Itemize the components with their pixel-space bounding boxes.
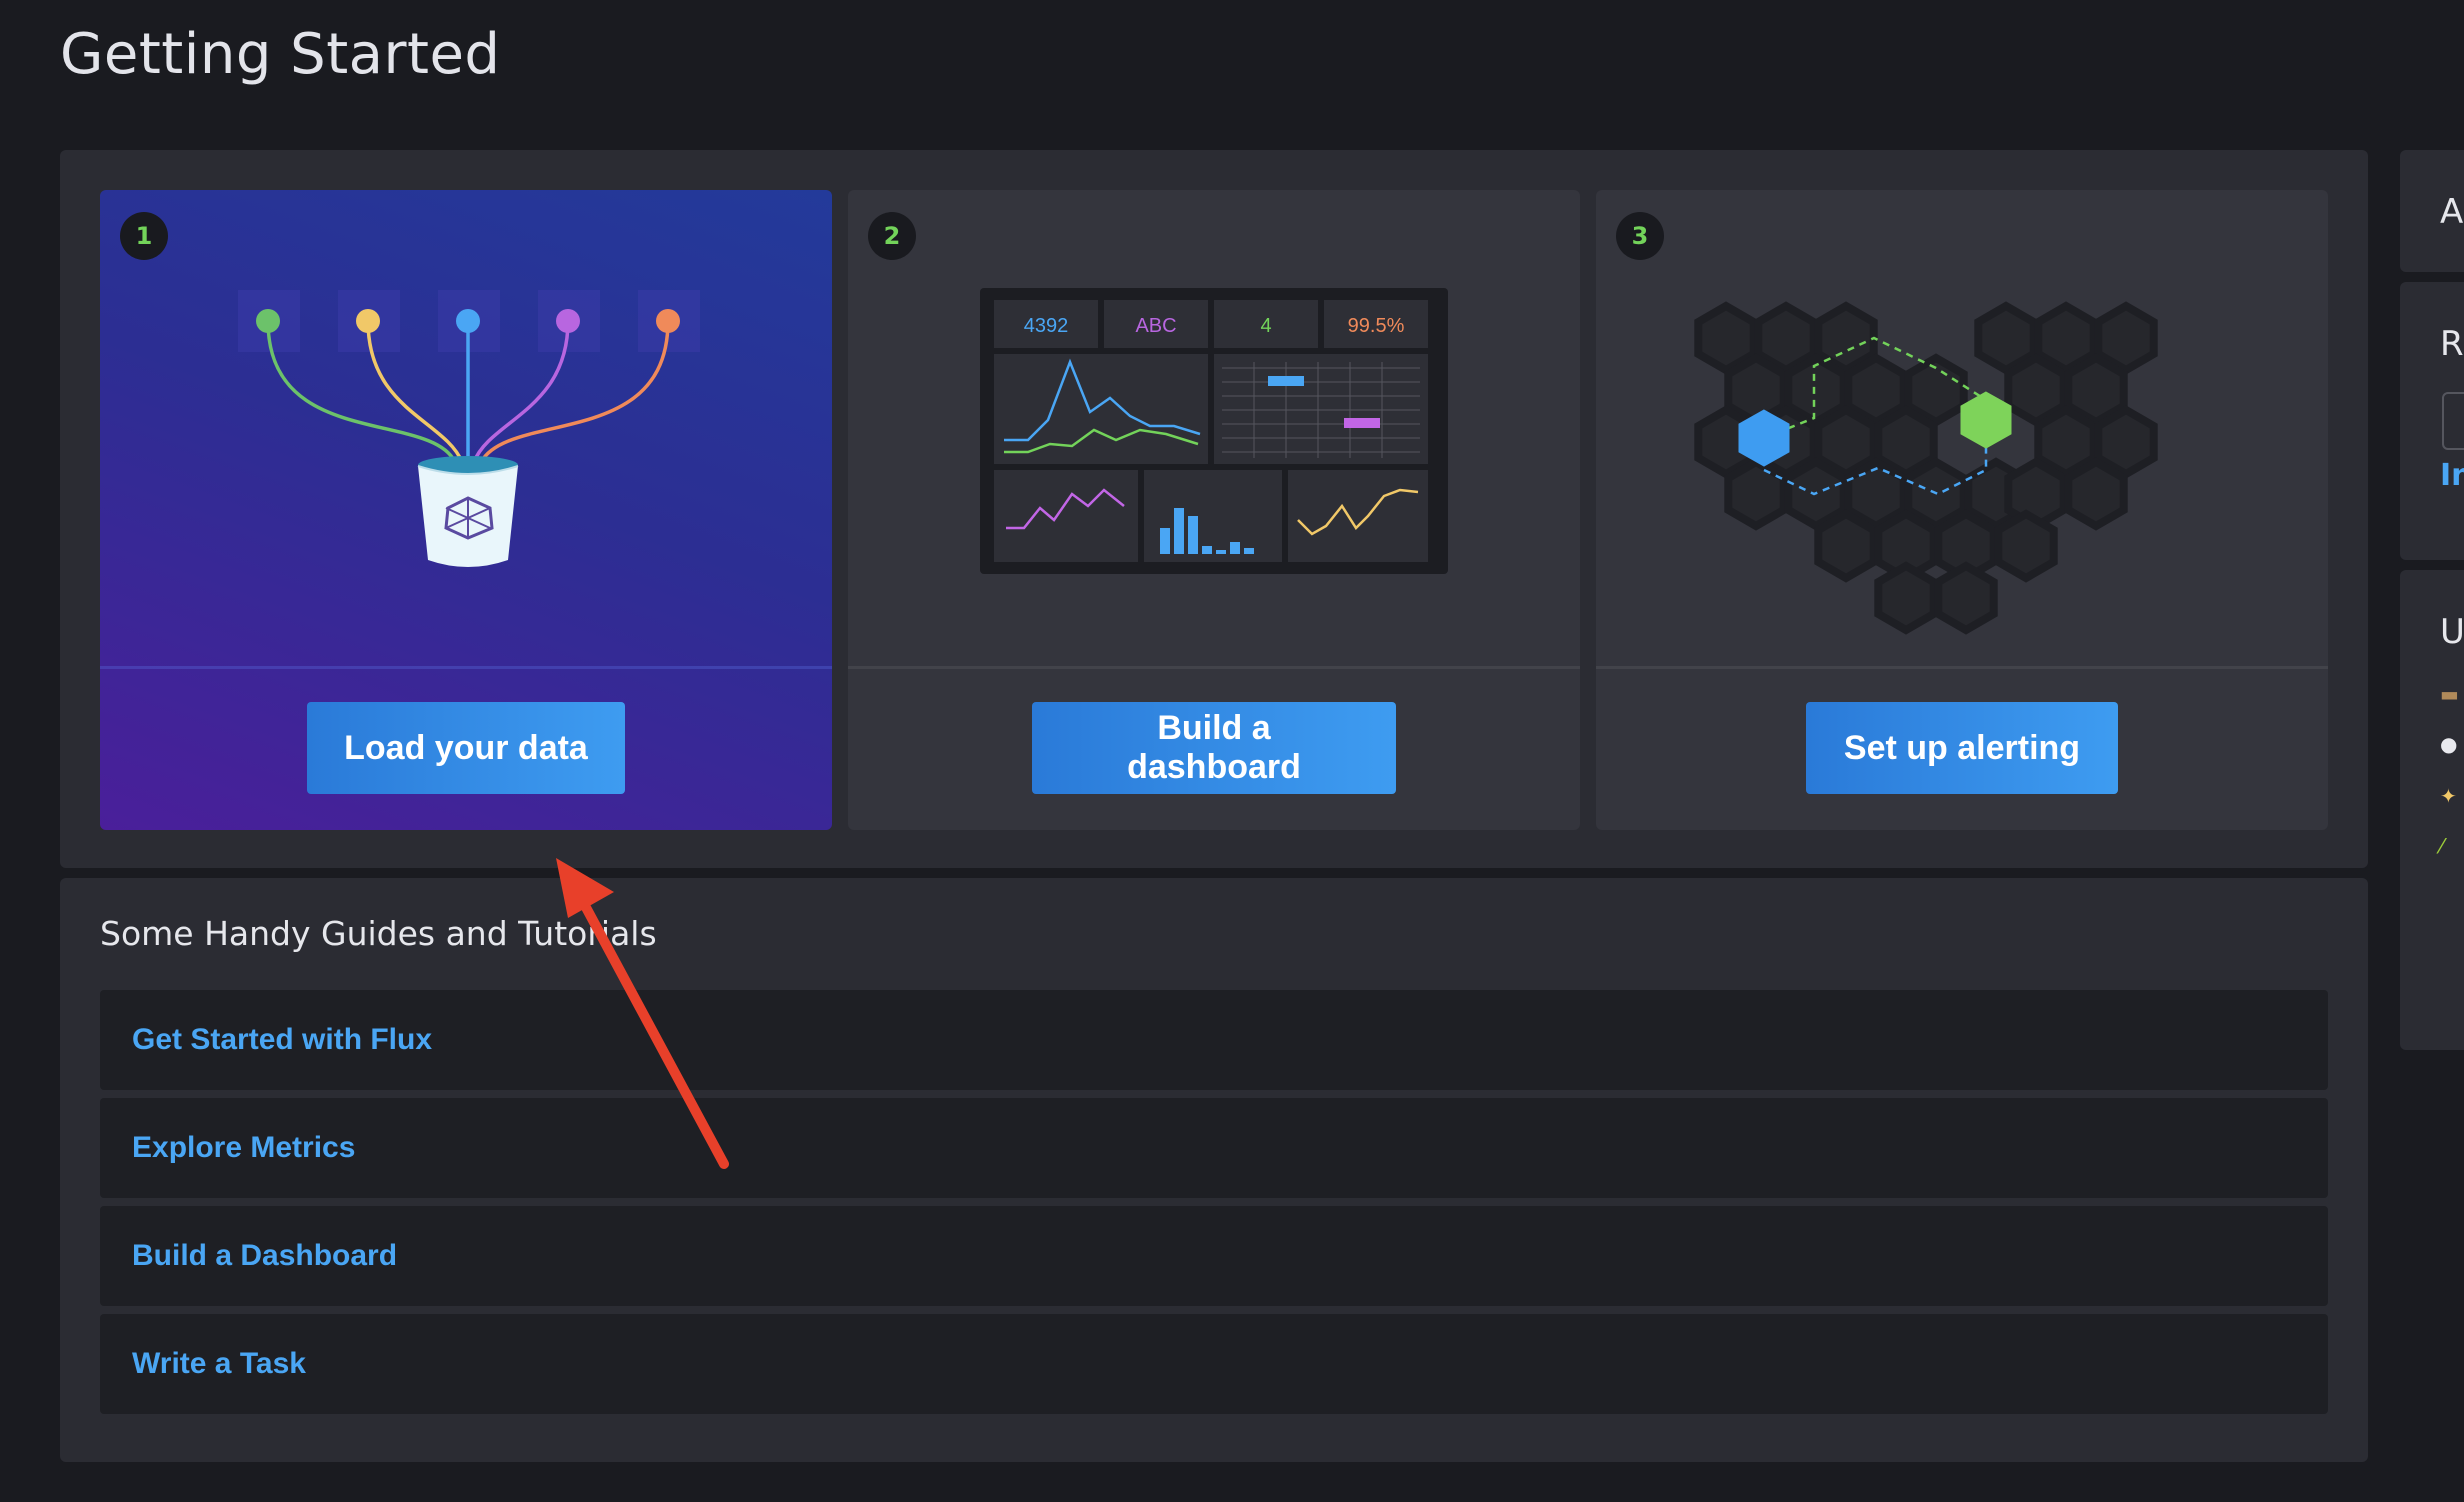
truncated-link[interactable]: In xyxy=(2440,458,2464,493)
right-card-title: U xyxy=(2440,612,2464,652)
sparkles-icon: ✦ xyxy=(2440,784,2457,808)
hex-cell xyxy=(1724,457,1788,531)
right-card-title: R xyxy=(2440,324,2464,364)
step-card-load-data[interactable]: 1 Load your data xyxy=(100,190,832,830)
alerting-hex-illustration xyxy=(1694,301,2158,635)
hex-cell xyxy=(1934,561,1998,635)
speech-bubble-icon: ● xyxy=(2440,732,2458,756)
guide-link-build-a-dashboard[interactable]: Build a Dashboard xyxy=(100,1206,2328,1306)
right-sidebar: A R In U ▬ ● ✦ ⁄ xyxy=(2400,150,2464,1250)
hex-cell xyxy=(2064,457,2128,531)
truncated-input[interactable] xyxy=(2442,392,2464,450)
guides-heading: Some Handy Guides and Tutorials xyxy=(100,914,657,953)
stat-value: 4392 xyxy=(1024,315,1069,337)
page-title: Getting Started xyxy=(60,22,501,87)
stat-value: 99.5% xyxy=(1348,315,1405,337)
right-card-u: U ▬ ● ✦ ⁄ xyxy=(2400,570,2464,1050)
getting-started-steps-panel: 1 Load your data 2 4392 ABC 4 99.5% Buil… xyxy=(60,150,2368,868)
guide-link-get-started-with-flux[interactable]: Get Started with Flux xyxy=(100,990,2328,1090)
step-card-build-dashboard[interactable]: 2 4392 ABC 4 99.5% Build a dashboard xyxy=(848,190,1580,830)
right-card-title: A xyxy=(2440,192,2464,232)
stat-value: 4 xyxy=(1260,315,1271,337)
card-divider xyxy=(1596,666,2328,669)
hex-cell xyxy=(1994,509,2058,583)
caterpillar-icon: ⁄ xyxy=(2440,834,2444,858)
hex-cell xyxy=(1874,561,1938,635)
hex-cell xyxy=(1814,509,1878,583)
card-divider xyxy=(848,666,1580,669)
right-card-a: A xyxy=(2400,150,2464,272)
guides-panel: Some Handy Guides and Tutorials Get Star… xyxy=(60,878,2368,1462)
build-a-dashboard-button[interactable]: Build a dashboard xyxy=(1032,702,1396,794)
guide-link-write-a-task[interactable]: Write a Task xyxy=(100,1314,2328,1414)
right-card-r: R In xyxy=(2400,282,2464,560)
dashboard-illustration: 4392 ABC 4 99.5% xyxy=(980,288,1448,574)
step-card-set-up-alerting[interactable]: 3 Set up alerting xyxy=(1596,190,2328,830)
set-up-alerting-button[interactable]: Set up alerting xyxy=(1806,702,2118,794)
bucket-icon xyxy=(417,456,519,567)
stat-value: ABC xyxy=(1135,315,1176,337)
card-divider xyxy=(100,666,832,669)
load-your-data-button[interactable]: Load your data xyxy=(307,702,625,794)
guide-link-explore-metrics[interactable]: Explore Metrics xyxy=(100,1098,2328,1198)
data-bucket-illustration xyxy=(238,290,700,567)
scroll-emoji-icon: ▬ xyxy=(2440,682,2459,706)
